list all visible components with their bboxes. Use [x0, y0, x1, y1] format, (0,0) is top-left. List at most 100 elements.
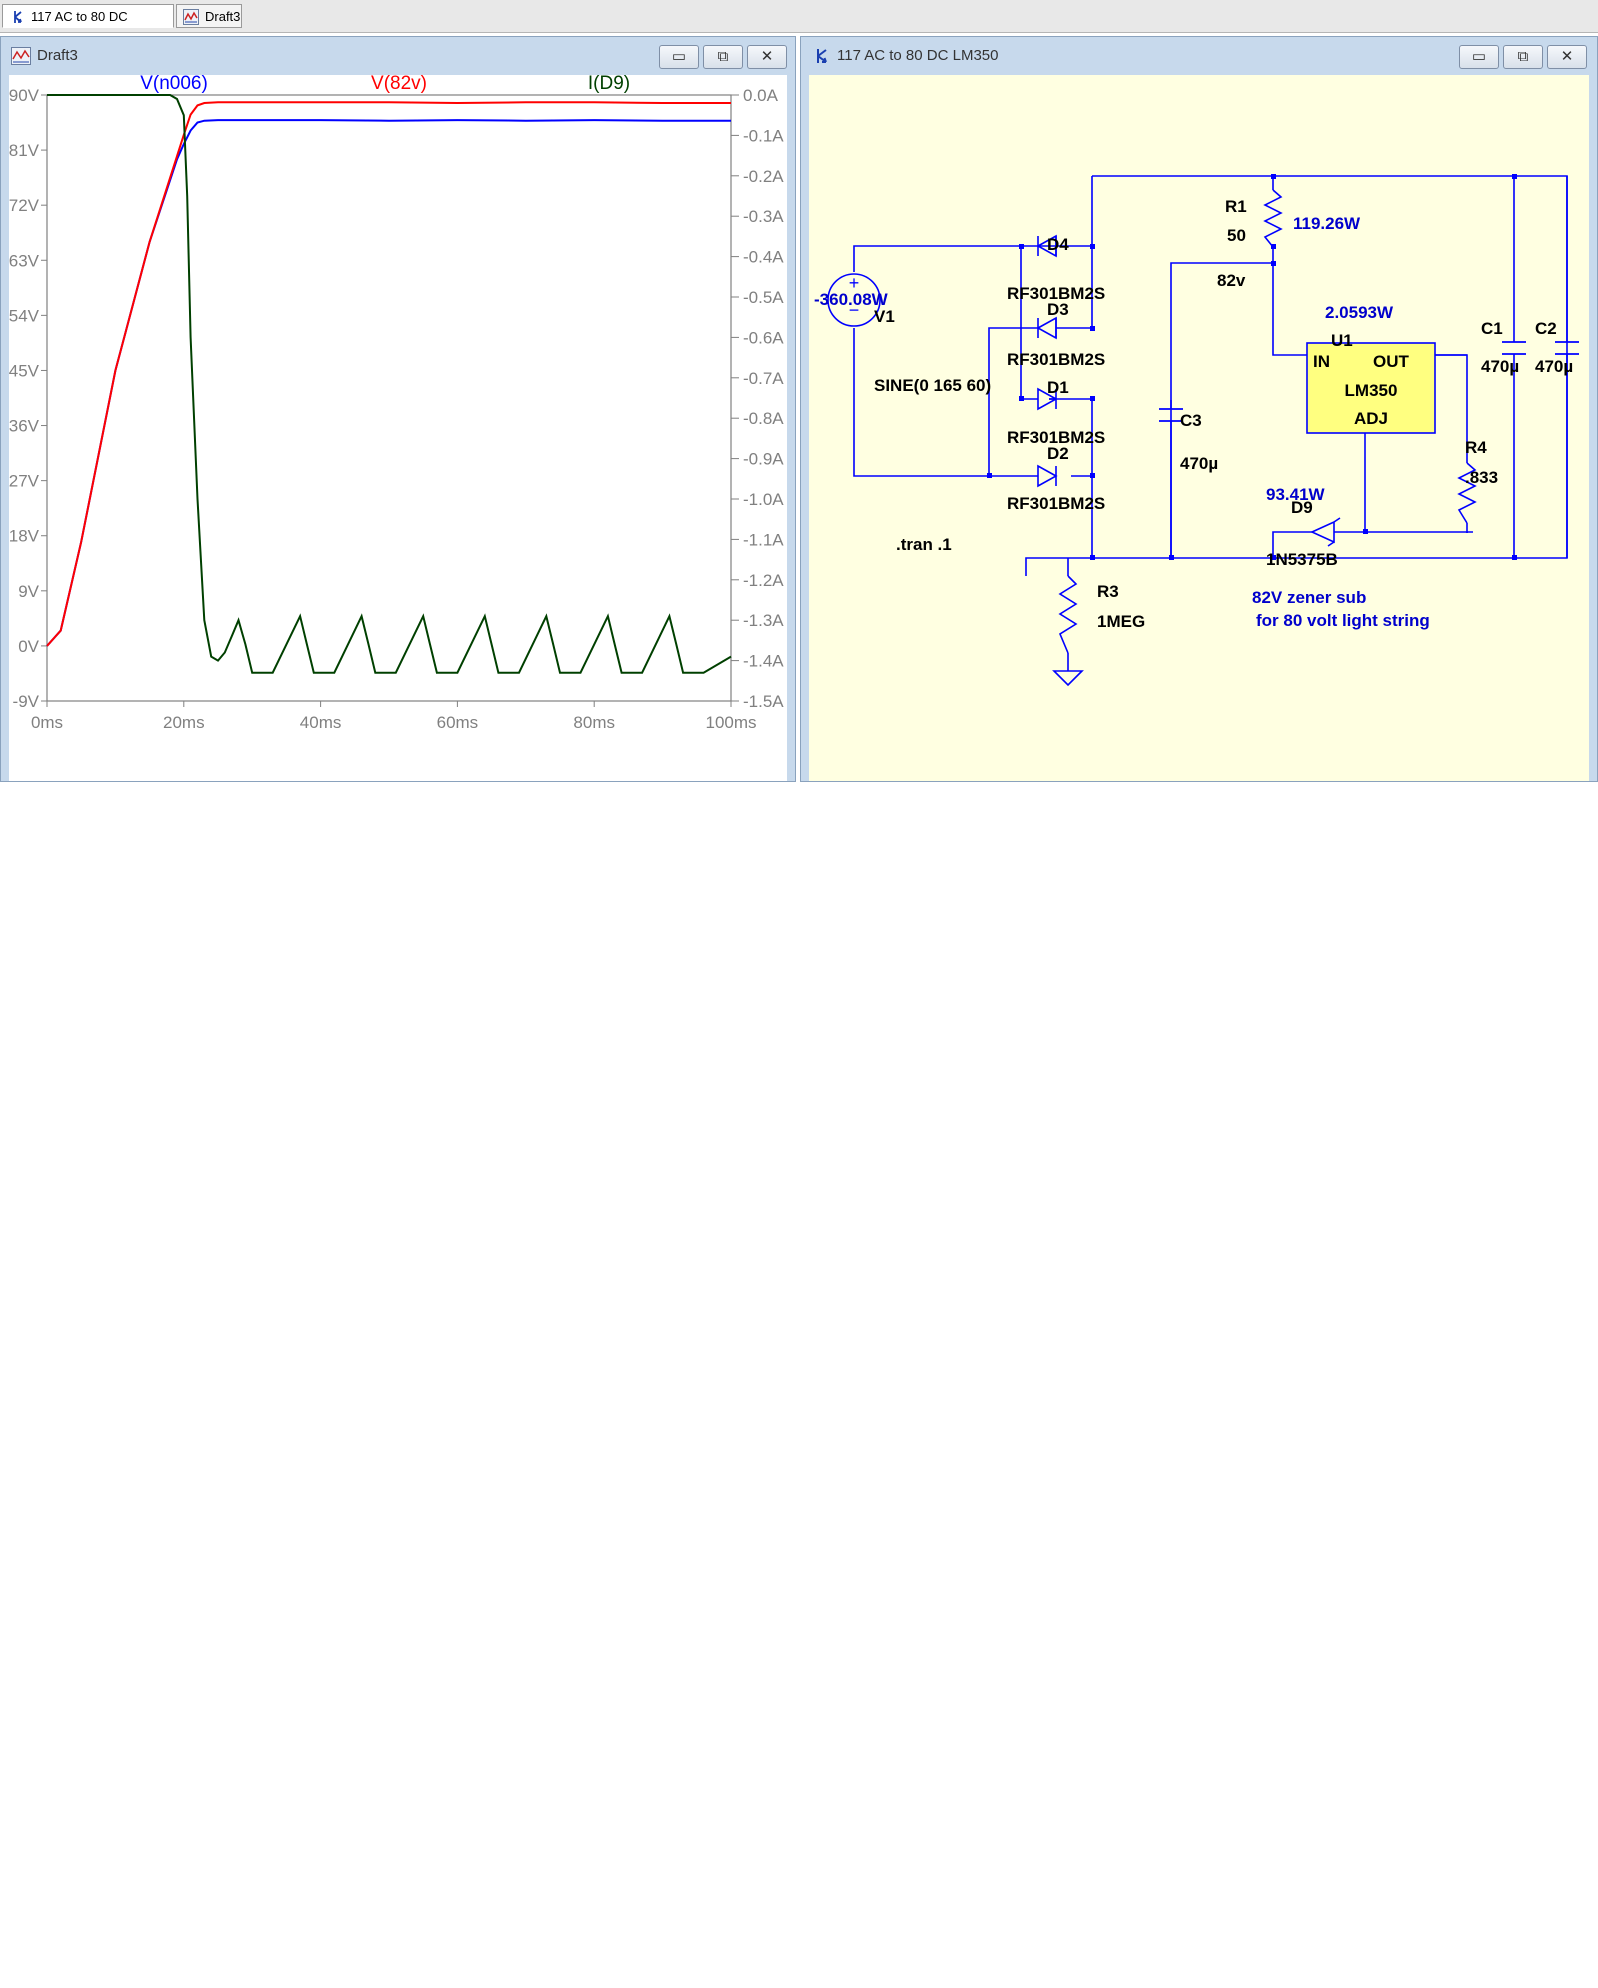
d3-model: RF301BM2S [1007, 350, 1105, 369]
right-tick-label: -0.2A [743, 167, 784, 186]
plot-frame [46, 94, 732, 702]
right-tick-label: -0.7A [743, 369, 784, 388]
waveform-window-title: Draft3 [37, 47, 78, 64]
left-tick-label: 9V [18, 582, 39, 601]
ground-icon [1052, 670, 1084, 687]
right-tick-label: -0.6A [743, 328, 784, 347]
d9-ref: D9 [1291, 498, 1313, 517]
c3-ref: C3 [1180, 411, 1202, 430]
d2-model: RF301BM2S [1007, 494, 1105, 513]
r4-value: .833 [1465, 468, 1498, 487]
right-tick-label: -1.3A [743, 611, 784, 630]
right-tick-label: -0.1A [743, 126, 784, 145]
x-tick-label: 100ms [705, 713, 756, 732]
minimize-button[interactable]: ▭ [659, 45, 699, 69]
schematic-icon [14, 11, 22, 23]
node-82v-label: 82v [1217, 271, 1246, 290]
right-tick-label: -1.0A [743, 490, 784, 509]
waveform-icon [11, 47, 31, 65]
d9-model: 1N5375B [1266, 550, 1338, 569]
r1-value: 50 [1227, 226, 1246, 245]
left-tick-label: 45V [9, 361, 40, 380]
x-tick-label: 80ms [573, 713, 615, 732]
d3-ref: D3 [1047, 300, 1069, 319]
u1-pin-in: IN [1313, 352, 1330, 371]
right-tick-label: -1.4A [743, 652, 784, 671]
waveform-icon [183, 9, 199, 25]
x-tick-label: 20ms [163, 713, 205, 732]
left-tick-label: 36V [9, 417, 40, 436]
left-tick-label: 27V [9, 472, 40, 491]
series-line-I(D9) [47, 94, 732, 674]
c1-value: 470µ [1481, 357, 1519, 376]
waveform-chart[interactable]: 90V 81V 72V 63V 54V 45V 36V 27V 18V 9V 0V -9V 0.0A -0… [9, 75, 787, 781]
left-tick-label: -9V [13, 692, 40, 711]
comment-line-1[interactable]: 82V zener sub [1252, 588, 1366, 607]
c3-value: 470µ [1180, 454, 1218, 473]
c1-ref: C1 [1481, 319, 1503, 338]
c2-ref: C2 [1535, 319, 1557, 338]
close-button[interactable]: ✕ [747, 45, 787, 69]
restore-button[interactable]: ⧉ [703, 45, 743, 69]
schematic-window: 117 AC to 80 DC LM350 ▭ ⧉ ✕ + − -360.08W… [800, 36, 1598, 782]
series-line-V(n006) [46, 119, 731, 647]
left-tick-label: 0V [18, 637, 39, 656]
schematic-icon [817, 49, 827, 63]
tab-schematic[interactable]: 117 AC to 80 DC LM350 [2, 4, 174, 48]
restore-button[interactable]: ⧉ [1503, 45, 1543, 69]
close-button[interactable]: ✕ [1547, 45, 1587, 69]
right-tick-label: -0.3A [743, 207, 784, 226]
u1-power: 2.0593W [1325, 303, 1394, 322]
close-icon: ✕ [1560, 48, 1574, 65]
minimize-button[interactable]: ▭ [1459, 45, 1499, 69]
u1-part: LM350 [1345, 381, 1398, 400]
left-tick-label: 90V [9, 86, 40, 105]
left-tick-label: 18V [9, 527, 40, 546]
right-tick-label: -1.2A [743, 571, 784, 590]
right-tick-label: -1.1A [743, 530, 784, 549]
d4-ref: D4 [1047, 235, 1069, 254]
restore-icon: ⧉ [1517, 48, 1529, 65]
u1-pin-adj: ADJ [1354, 409, 1388, 428]
schematic-canvas[interactable]: + − -360.08W V1 SINE(0 165 60) D4 RF301B… [809, 75, 1589, 781]
waveform-plot-pane[interactable]: 90V 81V 72V 63V 54V 45V 36V 27V 18V 9V 0V -9V 0.0A -0… [9, 75, 787, 781]
r3-ref: R3 [1097, 582, 1119, 601]
x-tick-label: 60ms [437, 713, 479, 732]
left-tick-label: 54V [9, 306, 40, 325]
left-tick-label: 63V [9, 251, 40, 270]
comment-line-2[interactable]: for 80 volt light string [1256, 611, 1430, 630]
legend-entry: I(D9) [588, 75, 630, 94]
waveform-titlebar[interactable]: Draft3 ▭ ⧉ ✕ [1, 37, 795, 75]
d2-ref: D2 [1047, 444, 1069, 463]
right-tick-label: 0.0A [743, 86, 779, 105]
left-tick-label: 72V [9, 196, 40, 215]
tab-waveform-label: Draft3 [205, 9, 241, 24]
r1-ref: R1 [1225, 197, 1247, 216]
document-tab-bar: 117 AC to 80 DC LM350 Draft3 [0, 0, 1598, 48]
schematic-drawing: + − -360.08W V1 SINE(0 165 60) D4 RF301B… [814, 174, 1579, 687]
legend-entry: V(82v) [371, 75, 427, 94]
restore-icon: ⧉ [717, 48, 729, 65]
right-tick-label: -1.5A [743, 692, 784, 711]
u1-ref: U1 [1331, 331, 1353, 350]
legend-entry: V(n006) [140, 75, 208, 94]
close-icon: ✕ [760, 48, 774, 65]
right-tick-label: -0.5A [743, 288, 784, 307]
waveform-window: Draft3 ▭ ⧉ ✕ 90V 81V 72V 63V 54V 45V 36V 27V 18V… [0, 36, 796, 782]
right-tick-label: -0.8A [743, 409, 784, 428]
schematic-titlebar[interactable]: 117 AC to 80 DC LM350 ▭ ⧉ ✕ [801, 37, 1597, 75]
right-tick-label: -0.9A [743, 450, 784, 469]
left-tick-label: 81V [9, 141, 40, 160]
wires [853, 175, 1568, 671]
minimize-icon: ▭ [671, 48, 687, 65]
tab-waveform[interactable]: Draft3 [176, 4, 242, 28]
r3-value: 1MEG [1097, 612, 1145, 631]
tran-directive[interactable]: .tran .1 [896, 535, 952, 554]
x-tick-label: 40ms [300, 713, 342, 732]
v1-value: SINE(0 165 60) [874, 376, 991, 395]
c2-value: 470µ [1535, 357, 1573, 376]
minimize-icon: ▭ [1471, 48, 1487, 65]
series-line-V(82v) [46, 101, 731, 647]
u1-pin-out: OUT [1373, 352, 1410, 371]
r1-power: 119.26W [1293, 214, 1361, 233]
